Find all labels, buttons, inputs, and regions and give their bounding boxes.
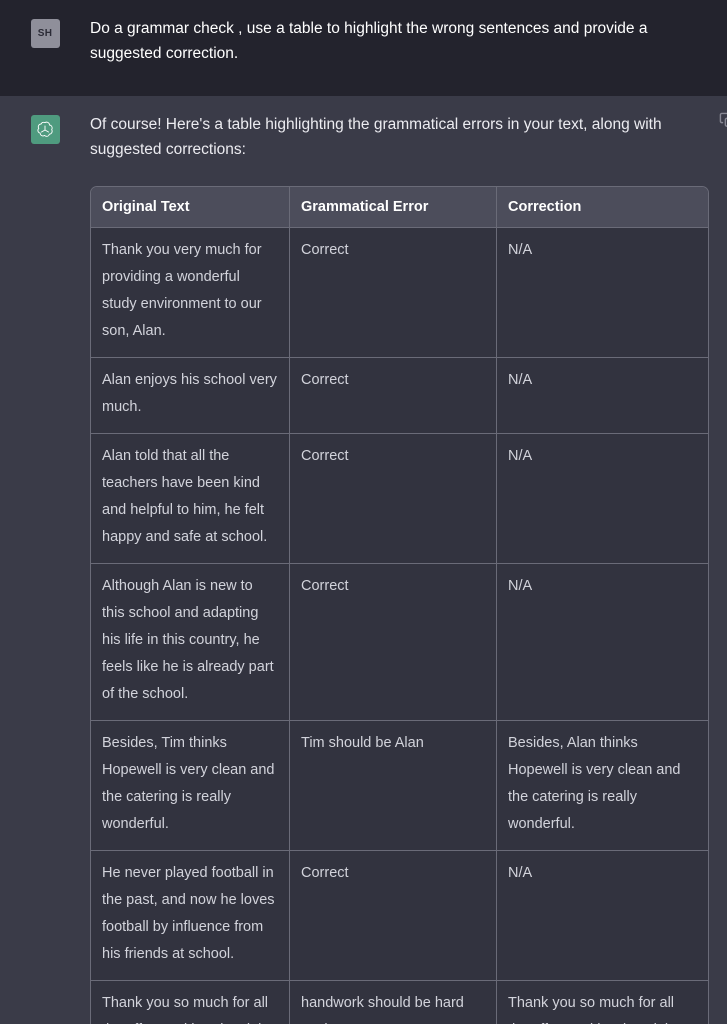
user-message-text: Do a grammar check , use a table to high… xyxy=(90,20,648,62)
user-message-body: Do a grammar check , use a table to high… xyxy=(90,16,727,66)
cell-correction: Thank you so much for all the effort and… xyxy=(497,981,708,1024)
cell-grammatical-error: Tim should be Alan xyxy=(290,721,497,851)
cell-grammatical-error: Correct xyxy=(290,851,497,981)
cell-original-text: He never played football in the past, an… xyxy=(91,851,290,981)
assistant-message-text: Of course! Here's a table highlighting t… xyxy=(90,116,662,158)
table-row: Alan enjoys his school very much. Correc… xyxy=(91,358,708,434)
table-row: Although Alan is new to this school and … xyxy=(91,564,708,721)
column-header-original-text: Original Text xyxy=(91,187,290,228)
assistant-avatar-container xyxy=(0,112,90,1024)
cell-grammatical-error: Correct xyxy=(290,564,497,721)
cell-original-text: Besides, Tim thinks Hopewell is very cle… xyxy=(91,721,290,851)
table-row: Thank you very much for providing a wond… xyxy=(91,228,708,358)
assistant-message-block: Of course! Here's a table highlighting t… xyxy=(0,96,727,1024)
cell-correction: Besides, Alan thinks Hopewell is very cl… xyxy=(497,721,708,851)
cell-original-text: Alan enjoys his school very much. xyxy=(91,358,290,434)
assistant-message-body: Of course! Here's a table highlighting t… xyxy=(90,112,727,1024)
cell-grammatical-error: Correct xyxy=(290,434,497,564)
table-header-row: Original Text Grammatical Error Correcti… xyxy=(91,187,708,228)
cell-original-text: Thank you so much for all the effort and… xyxy=(91,981,290,1024)
user-message-block: SH Do a grammar check , use a table to h… xyxy=(0,0,727,96)
grammar-table-container: Original Text Grammatical Error Correcti… xyxy=(90,186,709,1024)
cell-correction: N/A xyxy=(497,851,708,981)
cell-correction: N/A xyxy=(497,358,708,434)
cell-original-text: Although Alan is new to this school and … xyxy=(91,564,290,721)
cell-correction: N/A xyxy=(497,434,708,564)
openai-logo-icon xyxy=(30,115,60,144)
table-head: Original Text Grammatical Error Correcti… xyxy=(91,187,708,228)
cell-grammatical-error: Correct xyxy=(290,228,497,358)
table-body: Thank you very much for providing a wond… xyxy=(91,228,708,1024)
chat-page: SH Do a grammar check , use a table to h… xyxy=(0,0,727,1024)
user-avatar-container: SH xyxy=(0,16,90,66)
column-header-correction: Correction xyxy=(497,187,708,228)
openai-logo-glyph xyxy=(37,121,53,137)
cell-correction: N/A xyxy=(497,228,708,358)
avatar: SH xyxy=(30,19,60,48)
table-row: Besides, Tim thinks Hopewell is very cle… xyxy=(91,721,708,851)
table-row: He never played football in the past, an… xyxy=(91,851,708,981)
column-header-grammatical-error: Grammatical Error xyxy=(290,187,497,228)
cell-grammatical-error: handwork should be hard work xyxy=(290,981,497,1024)
cell-original-text: Alan told that all the teachers have bee… xyxy=(91,434,290,564)
cell-correction: N/A xyxy=(497,564,708,721)
table-row: Alan told that all the teachers have bee… xyxy=(91,434,708,564)
grammar-check-table: Original Text Grammatical Error Correcti… xyxy=(90,186,709,1024)
table-row: Thank you so much for all the effort and… xyxy=(91,981,708,1024)
copy-icon[interactable] xyxy=(719,112,727,129)
cell-original-text: Thank you very much for providing a wond… xyxy=(91,228,290,358)
cell-grammatical-error: Correct xyxy=(290,358,497,434)
